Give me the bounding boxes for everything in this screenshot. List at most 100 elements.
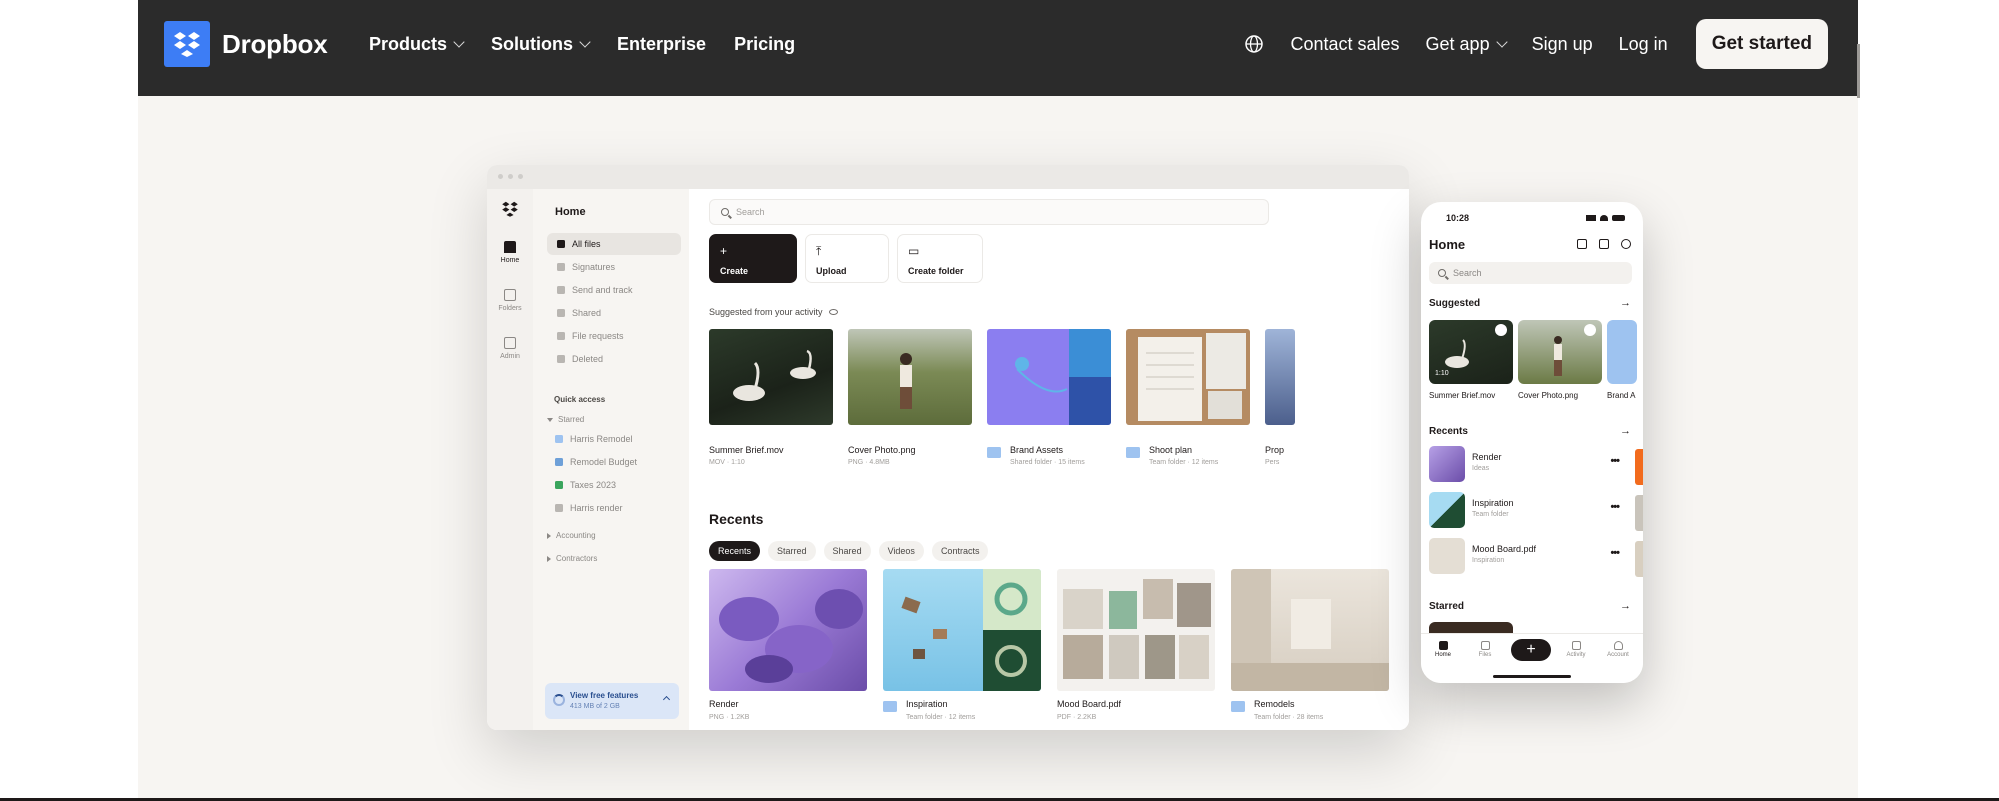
phone-recent-name: Render [1472,452,1502,462]
create-folder-button[interactable]: ▭ Create folder [897,234,983,283]
thumbnail-mood-board[interactable] [1057,569,1215,691]
recent-meta: PNG · 1.2KB [709,714,750,721]
create-folder-label: Create folder [908,266,964,276]
peek-tile [1635,449,1643,485]
arrow-right-icon[interactable]: → [1620,297,1631,309]
starred-file[interactable]: Harris Remodel [555,434,633,444]
upload-icon[interactable] [1599,239,1609,249]
account-icon[interactable] [1621,239,1631,249]
recent-meta: Team folder · 28 items [1254,714,1324,721]
phone-header-actions [1577,239,1631,249]
contractors-group[interactable]: Contractors [547,554,597,563]
sidebar-item-label: Send and track [572,285,633,295]
rail-folders[interactable]: Folders [487,289,533,312]
contact-sales-link[interactable]: Contact sales [1290,34,1399,55]
nav-pricing[interactable]: Pricing [734,34,795,55]
thumbnail-cover-photo[interactable] [848,329,972,425]
rail-home[interactable]: Home [487,241,533,264]
nav-enterprise-label: Enterprise [617,33,707,54]
secondary-nav: Contact sales Get app Sign up Log in Get… [1244,0,1828,88]
thumbnail-prop[interactable] [1265,329,1295,425]
starred-group[interactable]: Starred [547,415,584,424]
peek-tile [1635,495,1643,531]
phone-thumbnail-summer-brief[interactable]: 1:10 [1429,320,1513,384]
phone-tab-home[interactable]: Home [1425,641,1461,658]
rail-folders-label: Folders [498,305,522,312]
phone-tab-label: Activity [1566,652,1586,658]
starred-file[interactable]: Taxes 2023 [555,480,616,490]
files-main: Search + Create ⤒ Upload ▭ Create folder… [689,189,1409,730]
thumbnail-summer-brief[interactable] [709,329,833,425]
scrollbar[interactable] [1857,44,1860,98]
starred-file[interactable]: Remodel Budget [555,457,637,467]
starred-file-label: Taxes 2023 [570,480,617,490]
sidebar-item-shared[interactable]: Shared [547,302,681,324]
spreadsheet-icon [555,481,563,489]
sidebar-item-signatures[interactable]: Signatures [547,256,681,278]
log-in-link[interactable]: Log in [1619,34,1668,55]
get-started-button[interactable]: Get started [1695,19,1828,69]
thumbnail-remodels[interactable] [1231,569,1389,691]
more-icon[interactable]: ••• [1610,501,1620,513]
free-features-banner[interactable]: View free features 413 MB of 2 GB [545,683,679,719]
sign-up-link[interactable]: Sign up [1532,34,1593,55]
chip-starred[interactable]: Starred [768,541,816,561]
more-icon[interactable]: ••• [1610,547,1620,559]
rail-admin[interactable]: Admin [487,337,533,360]
sidebar-item-label: All files [572,239,601,249]
chip-videos[interactable]: Videos [878,541,924,561]
portrait-image [900,353,912,409]
phone-thumbnail-cover-photo[interactable] [1518,320,1602,384]
chevron-down-icon [579,35,591,48]
chip-contracts[interactable]: Contracts [931,541,989,561]
phone-tab-label: Home [1434,652,1451,658]
nav-products[interactable]: Products [369,34,465,55]
thumbnail-shoot-plan[interactable] [1126,329,1250,425]
file-request-icon [557,332,565,340]
phone-search-input[interactable]: Search [1429,262,1632,284]
accounting-group[interactable]: Accounting [547,531,596,540]
brand-logo[interactable]: Dropbox [164,21,328,67]
brand-name: Dropbox [222,28,328,59]
phone-tab-files[interactable]: Files [1467,641,1503,658]
search-input[interactable]: Search [709,199,1269,225]
mood-board-thumbnail [1429,538,1465,574]
home-icon [1438,641,1448,650]
arrow-right-icon[interactable]: → [1620,425,1631,437]
nav-enterprise[interactable]: Enterprise [617,34,706,55]
thumbnail-inspiration[interactable] [883,569,1041,691]
more-icon[interactable]: ••• [1610,455,1620,467]
sidebar-item-file-requests[interactable]: File requests [547,325,681,347]
home-indicator [1493,675,1571,678]
phone-tab-account[interactable]: Account [1600,641,1636,658]
phone-tab-activity[interactable]: Activity [1558,641,1594,658]
starred-file[interactable]: Harris render [555,503,623,513]
create-button[interactable]: + Create [709,234,797,283]
rail-admin-label: Admin [500,353,520,360]
sidebar-item-send-and-track[interactable]: Send and track [547,279,681,301]
arrow-right-icon[interactable]: → [1620,600,1631,612]
camera-icon[interactable] [1577,239,1587,249]
phone-recent-item[interactable]: Mood Board.pdf Inspiration ••• [1429,538,1629,578]
language-selector[interactable] [1244,34,1264,54]
chip-shared[interactable]: Shared [823,541,871,561]
phone-thumbnail-brand-assets[interactable] [1607,320,1637,384]
upload-button[interactable]: ⤒ Upload [805,234,889,283]
folder-plus-icon: ▭ [908,244,920,258]
phone-add-button[interactable]: + [1511,639,1551,661]
phone-recent-item[interactable]: Render Ideas ••• [1429,446,1629,486]
get-app-menu[interactable]: Get app [1426,34,1508,55]
thumbnail-brand-assets[interactable] [987,329,1111,425]
video-duration: 1:10 [1435,370,1449,377]
storage-usage-text: 413 MB of 2 GB [570,703,620,710]
chevron-down-icon [453,35,465,48]
recent-name: Inspiration [906,699,948,709]
phone-recent-meta: Inspiration [1472,557,1505,564]
phone-recent-item[interactable]: Inspiration Team folder ••• [1429,492,1629,532]
thumbnail-render[interactable] [709,569,867,691]
sidebar-item-all-files[interactable]: All files [547,233,681,255]
nav-solutions[interactable]: Solutions [491,34,591,55]
sidebar-item-deleted[interactable]: Deleted [547,348,681,370]
chip-recents[interactable]: Recents [709,541,761,561]
phone-suggested-name: Summer Brief.mov [1429,391,1496,400]
